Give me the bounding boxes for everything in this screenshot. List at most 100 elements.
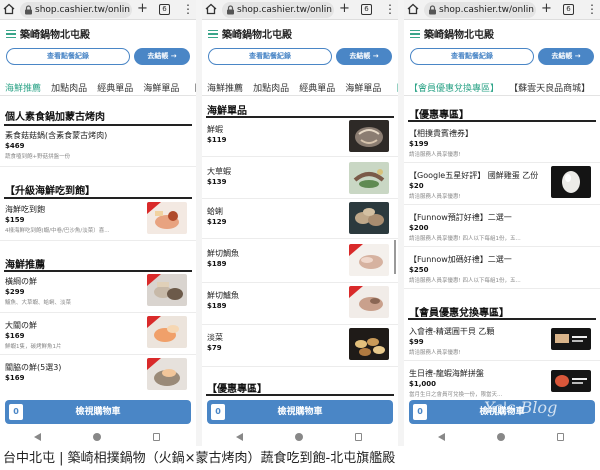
- row-divider: [404, 162, 600, 163]
- item-name: 大關の鮮: [5, 321, 37, 330]
- item-price: $79: [207, 344, 222, 352]
- action-buttons: 查看點餐紀錄 去結帳 →: [202, 48, 398, 68]
- item-name: 蛤蜊: [207, 207, 223, 216]
- item-desc: 請洽服務人員享優惠!: [409, 350, 461, 356]
- tab-switcher-icon[interactable]: 6: [361, 4, 372, 15]
- store-name: 築崎鍋物北屯殿: [424, 30, 494, 41]
- checkout-button[interactable]: 去結帳 →: [336, 48, 392, 65]
- new-tab-icon[interactable]: +: [339, 2, 350, 16]
- item-name: 鮮切鯛魚: [207, 249, 239, 258]
- checkout-button[interactable]: 去結帳 →: [538, 48, 594, 65]
- scrollbar[interactable]: [394, 240, 396, 274]
- tab-seafood-recommend[interactable]: 海鮮推薦: [5, 80, 41, 95]
- section-divider: [4, 197, 192, 199]
- image-caption: 台中北屯 | 築崎相撲鍋物（火鍋×蒙古烤肉）蔬食吃到飽-北屯旗艦殿: [0, 448, 600, 470]
- item-name: 橫綱の鮮: [5, 277, 37, 286]
- item-name: 淡菜: [207, 333, 223, 342]
- section-title: 個人素食鍋加蒙古烤肉: [5, 112, 105, 123]
- checkout-button[interactable]: 去結帳 →: [134, 48, 190, 65]
- item-name: 關脇の鮮(5選3): [5, 363, 62, 372]
- overflow-menu-icon[interactable]: ⋮: [182, 1, 194, 17]
- row-divider: [404, 246, 600, 247]
- section-title: 【優惠專區】: [207, 384, 267, 395]
- section-divider: [206, 394, 394, 396]
- tab-extra-meat[interactable]: 加點肉品: [51, 80, 87, 95]
- item-price: $139: [207, 178, 227, 186]
- tab-classic-items[interactable]: 經典單品: [97, 80, 133, 95]
- item-price: $469: [5, 142, 25, 150]
- recent-apps-icon[interactable]: [153, 433, 160, 441]
- url-field[interactable]: shop.cashier.tw/online: [20, 2, 132, 18]
- row-divider: [202, 198, 398, 199]
- url-text: shop.cashier.tw/online: [237, 5, 332, 15]
- overflow-menu-icon[interactable]: ⋮: [384, 1, 396, 17]
- item-price: $1,000: [409, 380, 437, 388]
- tab-goods-mall[interactable]: 【蘇雲天良品商城】: [509, 80, 590, 95]
- new-tab-icon[interactable]: +: [137, 2, 148, 16]
- recent-apps-icon[interactable]: [557, 433, 564, 441]
- item-desc: 請洽服務人員享優惠! 四人以下每組1份，五...: [409, 236, 521, 242]
- row-divider: [202, 156, 398, 157]
- tab-extra-meat[interactable]: 加點肉品: [253, 80, 289, 95]
- url-field[interactable]: shop.cashier.tw/online: [222, 2, 334, 18]
- home-icon[interactable]: [3, 3, 15, 15]
- tab-member-redeem[interactable]: 【會員優惠兌換專區】: [409, 80, 499, 95]
- section-divider: [408, 318, 596, 320]
- overflow-menu-icon[interactable]: ⋮: [586, 1, 598, 17]
- url-text: shop.cashier.tw/online: [439, 5, 534, 15]
- url-field[interactable]: shop.cashier.tw/online: [424, 2, 536, 18]
- order-history-button[interactable]: 查看點餐紀錄: [410, 48, 534, 65]
- item-price: $99: [409, 338, 424, 346]
- home-icon[interactable]: [407, 3, 419, 15]
- cart-count-badge: 0: [413, 404, 427, 420]
- item-price: $189: [207, 260, 227, 268]
- browser-toolbar: shop.cashier.tw/online + 6 ⋮: [0, 0, 196, 20]
- browser-toolbar: shop.cashier.tw/online + 6 ⋮: [202, 0, 398, 20]
- action-buttons: 查看點餐紀錄 去結帳 →: [404, 48, 600, 68]
- tab-switcher-icon[interactable]: 6: [563, 4, 574, 15]
- tab-switcher-icon[interactable]: 6: [159, 4, 170, 15]
- view-cart-button[interactable]: 檢視購物車 0: [5, 400, 191, 424]
- back-icon[interactable]: [438, 433, 445, 441]
- url-text: shop.cashier.tw/online: [35, 5, 130, 15]
- app-header: 築崎鍋物北屯殿: [0, 22, 196, 44]
- tab-seafood-items[interactable]: 海鮮單品: [345, 80, 381, 95]
- item-photo: [349, 286, 389, 318]
- home-circle-icon[interactable]: [93, 433, 101, 441]
- item-name: 大草蝦: [207, 167, 231, 176]
- tab-seafood-recommend[interactable]: 海鮮推薦: [207, 80, 243, 95]
- hamburger-menu-icon[interactable]: [410, 30, 420, 38]
- item-price: $129: [207, 218, 227, 226]
- section-title: 海鮮推薦: [5, 260, 45, 271]
- item-photo: [551, 166, 591, 198]
- back-icon[interactable]: [34, 433, 41, 441]
- tab-seafood-items[interactable]: 海鮮單品: [143, 80, 179, 95]
- tab-classic-items[interactable]: 經典單品: [299, 80, 335, 95]
- category-tabs: 【會員優惠兌換專區】 【蘇雲天良品商城】: [404, 76, 600, 96]
- item-photo: [551, 328, 591, 350]
- order-history-button[interactable]: 查看點餐紀錄: [208, 48, 332, 65]
- row-divider: [0, 312, 196, 313]
- item-photo: [349, 202, 389, 234]
- menu-list: 海鮮單品 鮮蝦 $119 大草蝦 $139 蛤蜊 $129 鮮切鯛魚 $189 …: [202, 98, 398, 398]
- item-name: 【Funnow加碼好禮】二選一: [409, 255, 512, 264]
- row-divider: [404, 360, 600, 361]
- view-cart-button[interactable]: 檢視購物車 0: [207, 400, 393, 424]
- android-nav-bar: [202, 428, 398, 446]
- item-price: $20: [409, 182, 424, 190]
- item-desc: 當月生日之會員可兌換一份，限當天...: [409, 392, 503, 398]
- action-buttons: 查看點餐紀錄 去結帳 →: [0, 48, 196, 68]
- new-tab-icon[interactable]: +: [541, 2, 552, 16]
- back-icon[interactable]: [236, 433, 243, 441]
- row-divider: [0, 354, 196, 355]
- hamburger-menu-icon[interactable]: [208, 30, 218, 38]
- home-circle-icon[interactable]: [497, 433, 505, 441]
- recent-apps-icon[interactable]: [355, 433, 362, 441]
- order-history-button[interactable]: 查看點餐紀錄: [6, 48, 130, 65]
- item-desc: 請洽服務人員享優惠! 四人以下每組1份，五...: [409, 278, 521, 284]
- home-circle-icon[interactable]: [295, 433, 303, 441]
- item-price: $119: [207, 136, 227, 144]
- item-desc: 4樣海鮮吃到飽(蝦/中卷/巴沙魚/淡菜）喜...: [5, 228, 110, 234]
- home-icon[interactable]: [205, 3, 217, 15]
- hamburger-menu-icon[interactable]: [6, 30, 16, 38]
